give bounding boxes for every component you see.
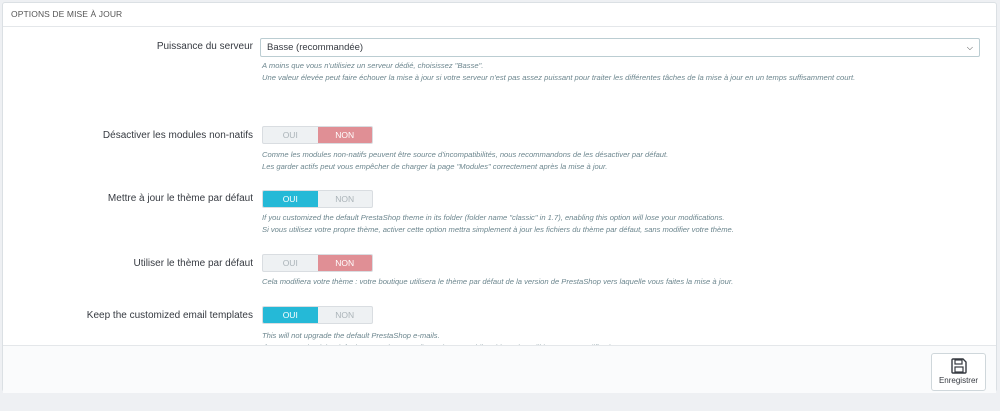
save-button[interactable]: Enregistrer (931, 353, 986, 391)
server-power-label: Puissance du serveur (156, 41, 253, 52)
use-default-theme-switch[interactable]: OUI NON (262, 254, 373, 272)
disable-modules-yes[interactable]: OUI (263, 127, 318, 143)
update-theme-help-1: If you customized the default PrestaShop… (262, 213, 725, 222)
server-power-help-2: Une valeur élevée peut faire échouer la … (262, 72, 856, 82)
update-theme-switch[interactable]: OUI NON (262, 190, 373, 208)
use-default-theme-yes[interactable]: OUI (263, 255, 318, 271)
email-templates-label: Keep the customized email templates (86, 310, 253, 321)
email-templates-help-1: This will not upgrade the default Presta… (262, 331, 440, 340)
disable-modules-help-1: Comme les modules non-natifs peuvent êtr… (262, 150, 669, 159)
disable-modules-no[interactable]: NON (317, 127, 372, 143)
update-theme-help-2: Si vous utilisez votre propre thème, act… (262, 224, 734, 234)
panel-footer: Enregistrer (3, 345, 996, 393)
floppy-disk-icon (950, 358, 967, 374)
email-templates-no[interactable]: NON (318, 307, 373, 323)
disable-modules-help-2: Les garder actifs peut vous empêcher de … (262, 161, 608, 171)
email-templates-yes[interactable]: OUI (263, 307, 318, 323)
use-default-theme-help-1: Cela modifiera votre thème : votre bouti… (262, 277, 734, 286)
use-default-theme-label: Utiliser le thème par défaut (133, 258, 253, 269)
update-theme-label: Mettre à jour le thème par défaut (107, 193, 253, 204)
save-button-label: Enregistrer (938, 376, 979, 385)
update-theme-yes[interactable]: OUI (263, 191, 318, 207)
panel-title: OPTIONS DE MISE À JOUR (3, 3, 996, 27)
disable-modules-label: Désactiver les modules non-natifs (102, 130, 253, 141)
server-power-selected: Basse (recommandée) (267, 42, 364, 53)
use-default-theme-no[interactable]: NON (317, 255, 372, 271)
update-theme-no[interactable]: NON (318, 191, 373, 207)
server-power-select[interactable]: Basse (recommandée) ⌵ (260, 38, 980, 57)
chevron-down-icon: ⌵ (966, 43, 973, 52)
email-templates-switch[interactable]: OUI NON (262, 306, 373, 324)
disable-modules-switch[interactable]: OUI NON (262, 126, 373, 144)
server-power-help-1: A moins que vous n'utilisiez un serveur … (262, 61, 484, 70)
upgrade-options-panel: OPTIONS DE MISE À JOUR Puissance du serv… (2, 2, 997, 393)
